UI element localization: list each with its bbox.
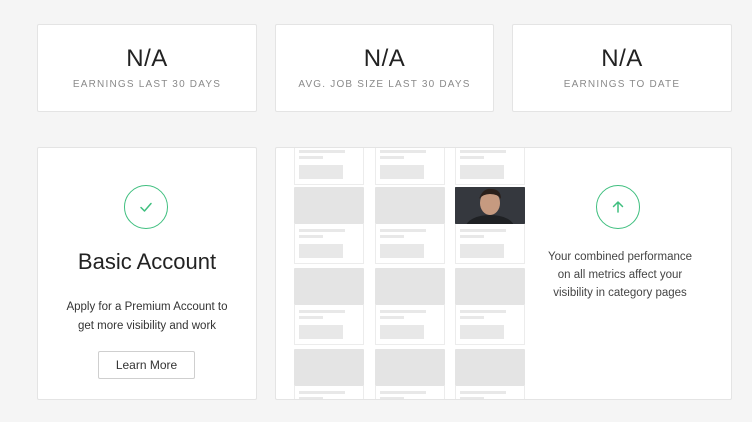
category-page-preview <box>292 148 528 399</box>
stat-label: EARNINGS LAST 30 DAYS <box>72 79 222 90</box>
account-description: Apply for a Premium Account to get more … <box>38 298 256 336</box>
placeholder-tile <box>294 268 364 345</box>
placeholder-tile <box>375 187 445 264</box>
performance-line: Your combined performance <box>547 251 693 263</box>
stat-label: AVG. JOB SIZE LAST 30 DAYS <box>298 79 471 90</box>
placeholder-tile <box>375 268 445 345</box>
account-description-line: Apply for a Premium Account to <box>66 301 228 313</box>
performance-line: on all metrics affect your <box>557 269 683 281</box>
performance-card: Your combined performance on all metrics… <box>275 147 732 400</box>
account-type-title: Basic Account <box>77 249 217 274</box>
stat-value: N/A <box>601 45 643 72</box>
stat-label: EARNINGS TO DATE <box>563 79 681 90</box>
placeholder-tile <box>294 349 364 399</box>
learn-more-button[interactable]: Learn More <box>98 351 195 379</box>
account-card: Basic Account Apply for a Premium Accoun… <box>37 147 257 400</box>
performance-line: visibility in category pages <box>553 287 687 299</box>
placeholder-tile <box>294 148 364 185</box>
placeholder-tile <box>294 187 364 264</box>
stat-card-avg-job-size: N/A AVG. JOB SIZE LAST 30 DAYS <box>275 24 494 112</box>
placeholder-tile <box>455 349 525 399</box>
placeholder-tile <box>375 349 445 399</box>
arrow-up-icon <box>596 185 640 229</box>
account-description-line: get more visibility and work <box>77 320 217 332</box>
stat-card-earnings-to-date: N/A EARNINGS TO DATE <box>512 24 732 112</box>
stat-card-earnings-30-days: N/A EARNINGS LAST 30 DAYS <box>37 24 257 112</box>
placeholder-tile <box>455 268 525 345</box>
placeholder-tile <box>375 148 445 185</box>
profile-photo <box>455 187 525 224</box>
performance-description: Your combined performance on all metrics… <box>532 248 708 302</box>
stat-value: N/A <box>363 45 406 72</box>
profile-tile <box>455 187 525 264</box>
placeholder-tile <box>455 148 525 185</box>
stat-value: N/A <box>126 45 168 72</box>
check-icon <box>124 185 168 229</box>
